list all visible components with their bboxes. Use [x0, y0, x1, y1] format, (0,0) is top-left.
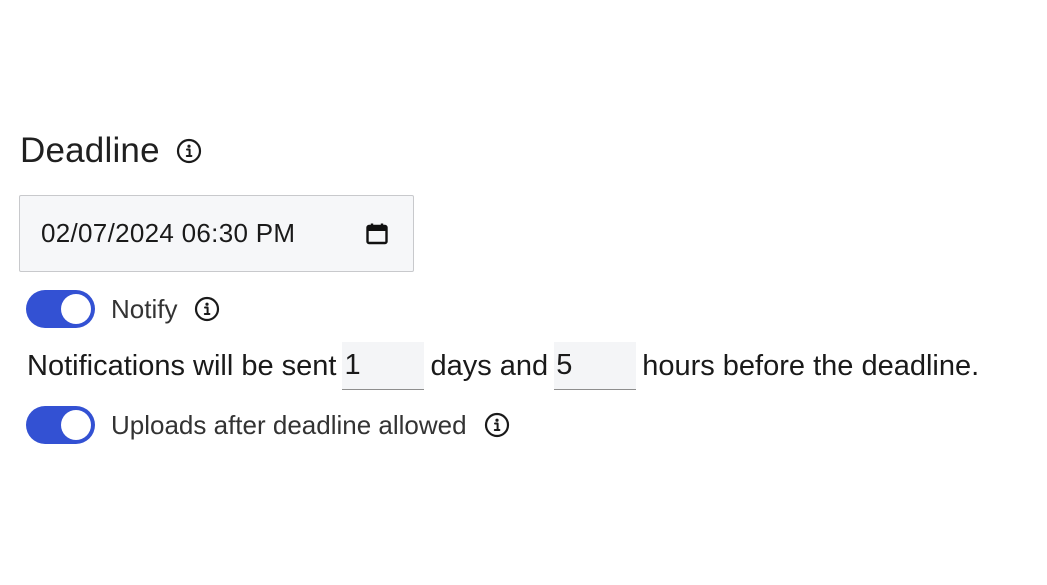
- notify-label: Notify: [111, 293, 178, 324]
- notify-row: Notify: [26, 290, 220, 328]
- uploads-toggle-knob: [61, 410, 91, 440]
- notify-toggle[interactable]: [26, 290, 95, 328]
- deadline-datetime-input[interactable]: 02/07/2024 06:30 PM: [19, 195, 414, 272]
- uploads-after-deadline-toggle[interactable]: [26, 406, 95, 444]
- deadline-header: Deadline: [20, 131, 202, 171]
- info-icon[interactable]: [484, 412, 510, 438]
- days-input[interactable]: 1: [342, 342, 425, 390]
- deadline-datetime-value[interactable]: 02/07/2024 06:30 PM: [41, 218, 365, 249]
- sentence-suffix: hours before the deadline.: [642, 349, 980, 382]
- sentence-prefix: Notifications will be sent: [27, 349, 337, 382]
- uploads-after-deadline-row: Uploads after deadline allowed: [26, 406, 510, 444]
- notification-sentence: Notifications will be sent 1 days and 5 …: [27, 342, 979, 390]
- uploads-after-deadline-label: Uploads after deadline allowed: [111, 409, 467, 440]
- hours-input[interactable]: 5: [554, 342, 637, 390]
- notify-toggle-knob: [61, 294, 91, 324]
- deadline-title: Deadline: [20, 131, 160, 170]
- calendar-icon[interactable]: [365, 222, 389, 246]
- info-icon[interactable]: [176, 138, 202, 164]
- info-icon[interactable]: [194, 296, 220, 322]
- sentence-middle: days and: [430, 349, 549, 382]
